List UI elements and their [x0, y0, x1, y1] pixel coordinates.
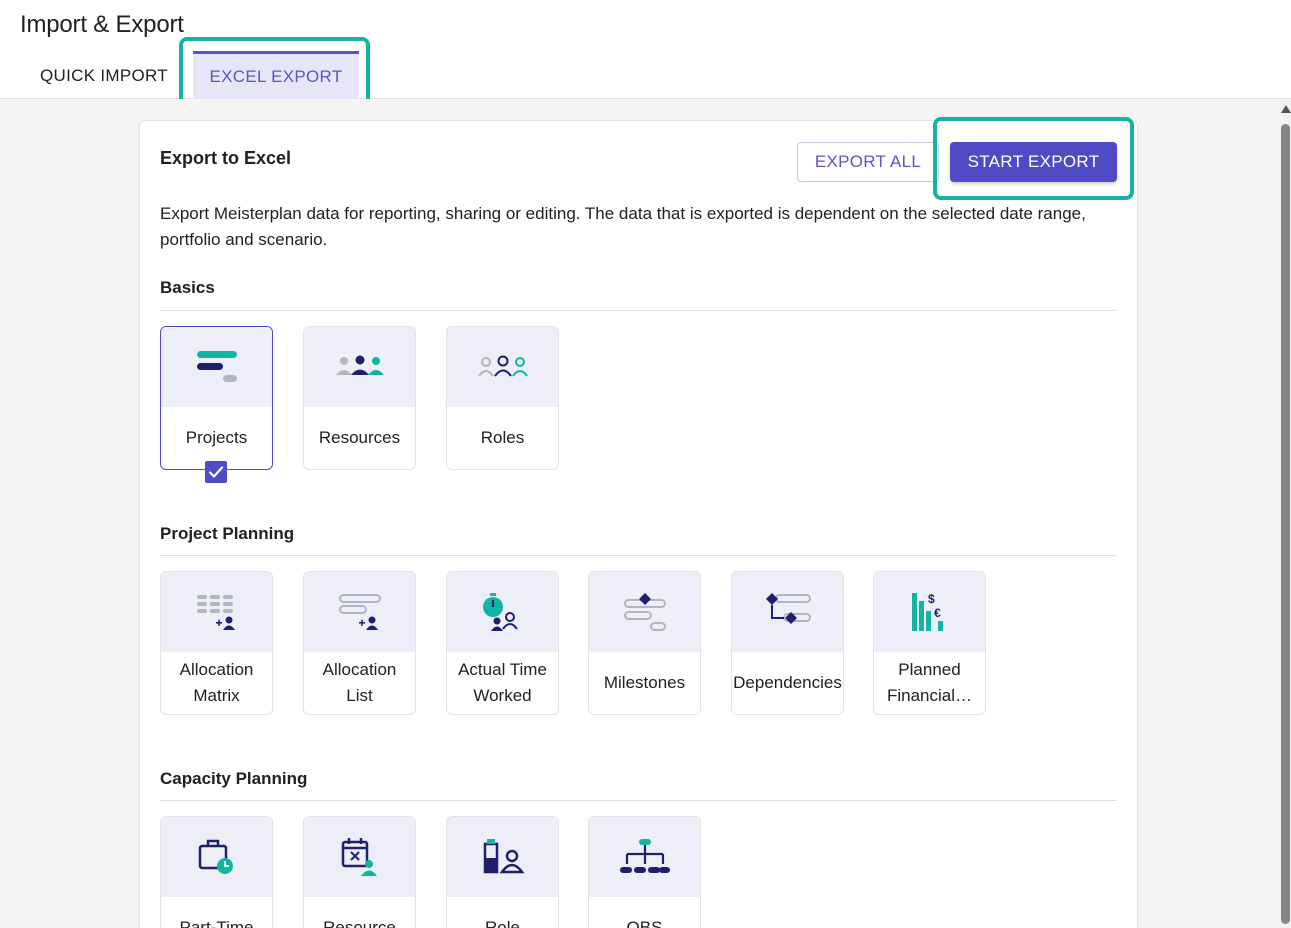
export-all-button[interactable]: EXPORT ALL	[797, 142, 939, 182]
part-time-icon	[161, 817, 272, 897]
tile-label: Actual Time Worked	[458, 660, 547, 705]
tile-label: Milestones	[603, 673, 686, 692]
tile-label: Resources	[318, 428, 401, 447]
tile-label: Projects	[185, 428, 248, 447]
card-description: Export Meisterplan data for reporting, s…	[160, 204, 1086, 249]
tile-role[interactable]: Role	[446, 816, 559, 928]
role-capacity-icon	[447, 817, 558, 897]
scroll-up-arrow-icon[interactable]	[1281, 105, 1291, 113]
tile-part-time[interactable]: Part-Time	[160, 816, 273, 928]
allocation-matrix-icon	[161, 572, 272, 652]
card-title: Export to Excel	[160, 148, 292, 168]
section-title-capacity-planning: Capacity Planning	[160, 769, 308, 788]
start-export-button[interactable]: START EXPORT	[950, 142, 1117, 182]
tile-label: OBS	[626, 918, 663, 928]
tile-milestones[interactable]: Milestones	[588, 571, 701, 715]
financials-icon: $ €	[874, 572, 985, 652]
page-header: Import & Export QUICK IMPORT EXCEL EXPOR…	[0, 0, 1291, 99]
tile-allocation-matrix[interactable]: Allocation Matrix	[160, 571, 273, 715]
tile-allocation-list[interactable]: Allocation List	[303, 571, 416, 715]
tile-label: Role	[485, 918, 520, 928]
tab-excel-export[interactable]: EXCEL EXPORT	[193, 51, 359, 99]
tile-label: Dependencies	[733, 673, 842, 692]
tile-label: Resource	[323, 918, 396, 928]
dependencies-icon	[732, 572, 843, 652]
scrollbar-thumb[interactable]	[1281, 124, 1290, 924]
tile-planned-financials[interactable]: $ € Planned Financial…	[873, 571, 986, 715]
tab-quick-import[interactable]: QUICK IMPORT	[20, 53, 188, 99]
export-card: Export to Excel EXPORT ALL START EXPORT …	[139, 120, 1138, 928]
divider	[160, 555, 1117, 556]
milestones-icon	[589, 572, 700, 652]
tile-roles[interactable]: Roles	[446, 326, 559, 470]
divider	[160, 310, 1117, 311]
tile-projects[interactable]: Projects	[160, 326, 273, 470]
svg-text:$: $	[928, 592, 935, 606]
divider	[160, 800, 1117, 801]
tile-label: Part-Time	[179, 918, 254, 928]
tile-resource[interactable]: Resource	[303, 816, 416, 928]
tile-actual-time-worked[interactable]: Actual Time Worked	[446, 571, 559, 715]
section-title-basics: Basics	[160, 278, 215, 297]
checkmark-icon[interactable]	[205, 461, 227, 483]
tile-resources[interactable]: Resources	[303, 326, 416, 470]
stopwatch-icon	[447, 572, 558, 652]
allocation-list-icon	[304, 572, 415, 652]
obs-icon	[589, 817, 700, 897]
tile-label: Allocation List	[322, 660, 397, 705]
roles-icon	[447, 327, 558, 407]
tile-label: Allocation Matrix	[179, 660, 254, 705]
svg-text:€: €	[934, 606, 941, 620]
tile-label: Planned Financial…	[886, 660, 973, 705]
tile-obs[interactable]: OBS	[588, 816, 701, 928]
tile-dependencies[interactable]: Dependencies	[731, 571, 844, 715]
projects-icon	[161, 327, 272, 407]
resource-calendar-icon	[304, 817, 415, 897]
page-title: Import & Export	[20, 11, 184, 38]
section-title-project-planning: Project Planning	[160, 524, 295, 543]
scrollbar[interactable]	[1280, 99, 1291, 928]
tile-label: Roles	[480, 428, 525, 447]
resources-icon	[304, 327, 415, 407]
